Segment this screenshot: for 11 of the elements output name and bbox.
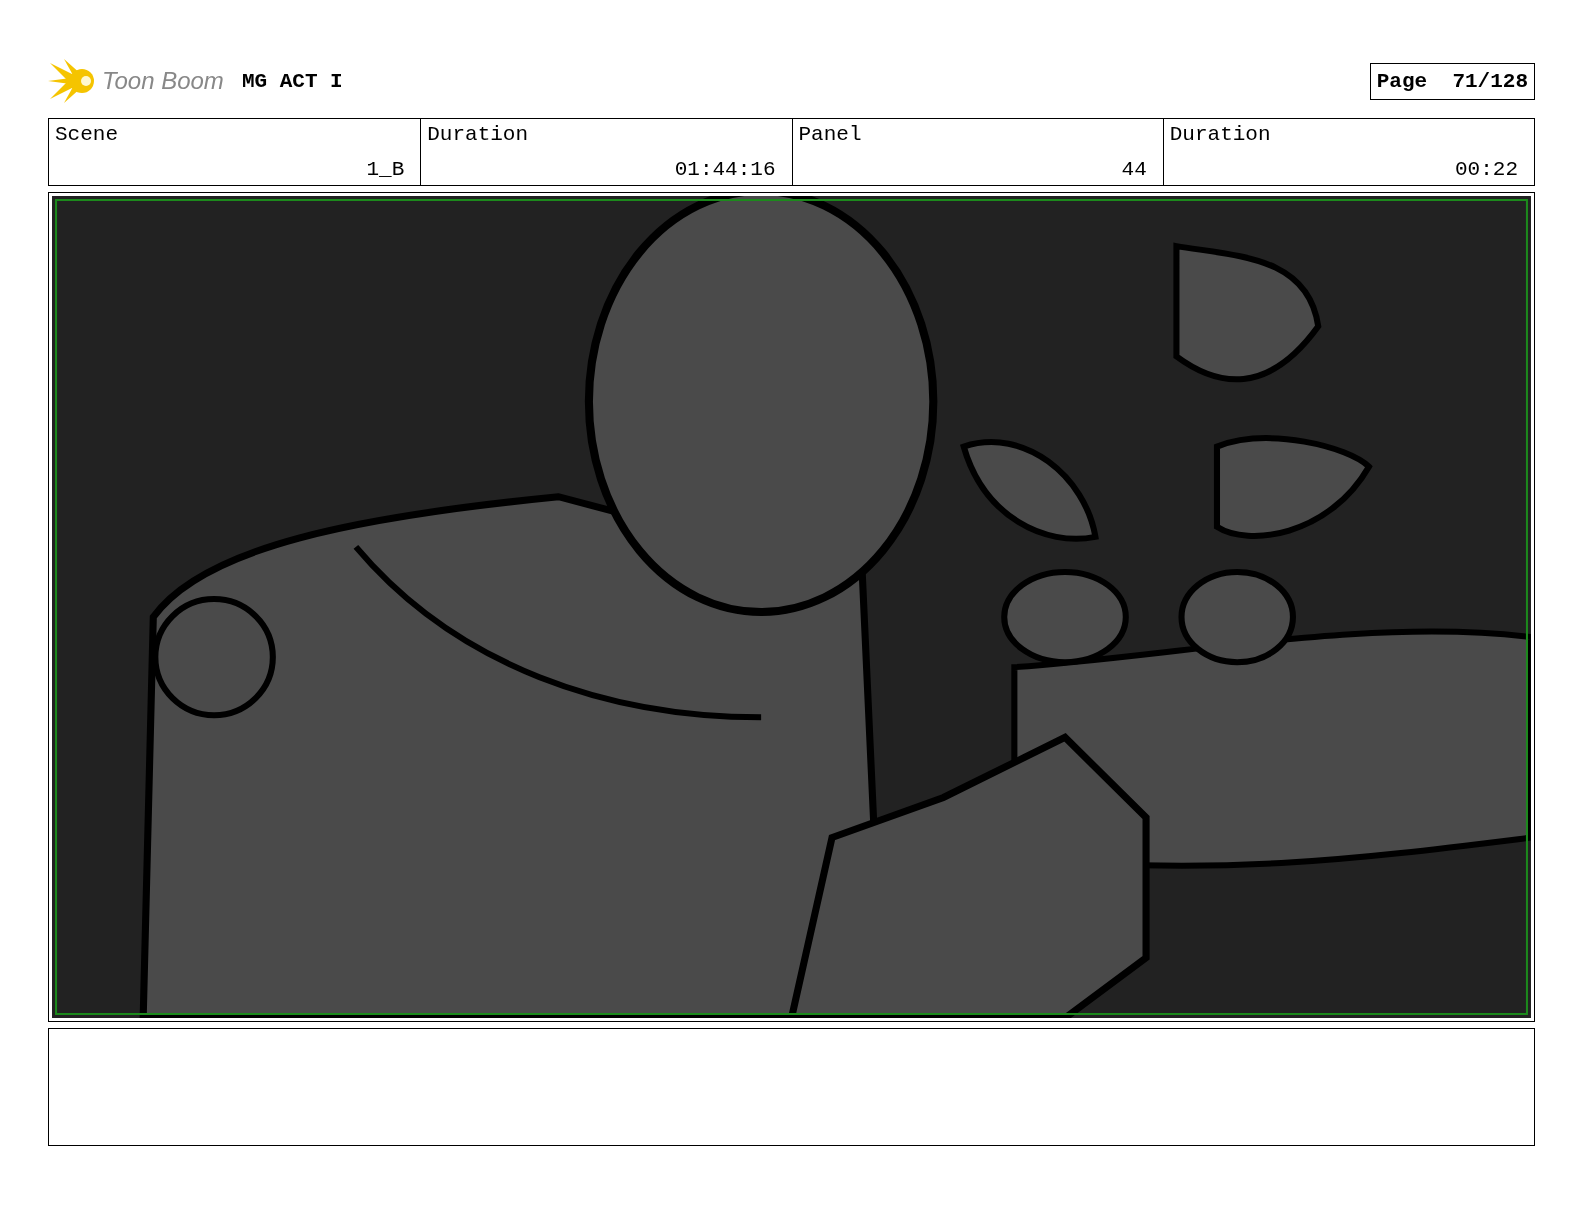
field-label: Scene [55,123,118,146]
field-value: 1_B [366,158,405,181]
field-value: 01:44:16 [674,158,776,181]
field-value: 00:22 [1455,158,1518,181]
field-value: 44 [1121,158,1147,181]
logo-wordmark: Toon Boom [102,67,224,95]
field-label: Duration [427,123,529,146]
field-label: Panel [798,123,862,146]
field-label: Duration [1169,123,1271,146]
page-number: Page 71/128 [1369,62,1535,100]
project-title: MG ACT I [241,69,343,93]
